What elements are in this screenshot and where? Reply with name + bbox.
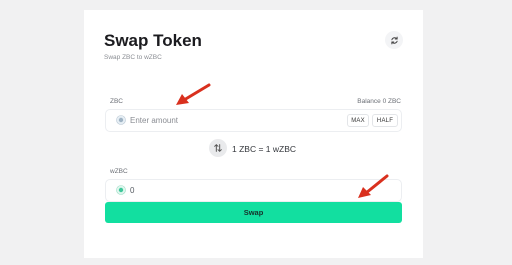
max-button[interactable]: MAX [347, 114, 369, 127]
swap-direction-button[interactable] [209, 139, 227, 157]
refresh-button[interactable] [385, 31, 403, 49]
amount-input[interactable] [130, 112, 290, 128]
annotation-arrow-amount [176, 83, 211, 105]
exchange-rate: 1 ZBC = 1 wZBC [232, 144, 297, 154]
to-amount-value: 0 [130, 186, 135, 195]
refresh-icon [390, 36, 398, 44]
page-title: Swap Token [104, 31, 202, 50]
from-token-label: ZBC [110, 98, 123, 105]
to-token-label: wZBC [110, 168, 128, 175]
page-subtitle: Swap ZBC to wZBC [104, 54, 162, 61]
swap-card: Swap Token Swap ZBC to wZBC ZBC Balance … [84, 10, 423, 258]
wzbc-token-icon [116, 185, 126, 195]
swap-direction-icon [214, 144, 222, 152]
swap-button[interactable]: Swap [105, 202, 402, 223]
annotation-arrow-swap [358, 174, 389, 198]
half-button[interactable]: HALF [372, 114, 398, 127]
zbc-token-icon [116, 115, 126, 125]
from-amount-field[interactable]: MAX HALF [105, 109, 402, 132]
balance-text: Balance 0 ZBC [357, 98, 401, 105]
